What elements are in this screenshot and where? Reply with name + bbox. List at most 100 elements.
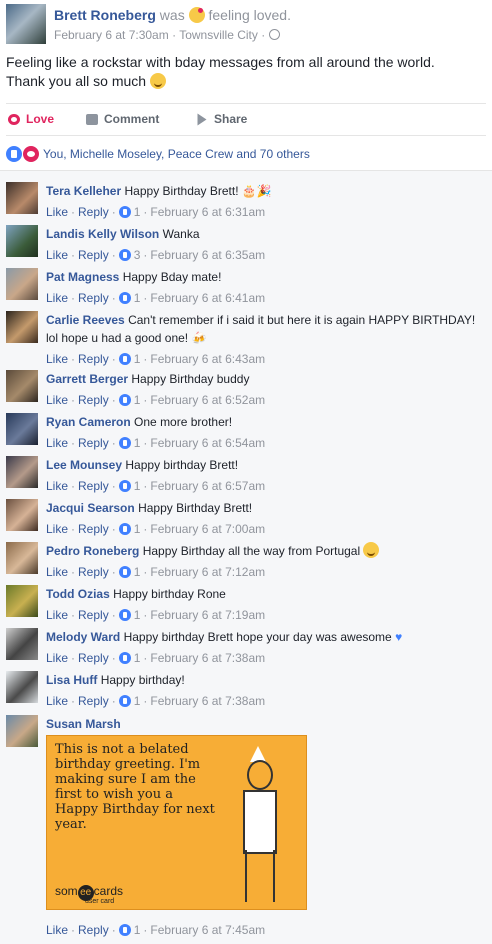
like-count[interactable]: 1 [134,434,141,452]
commenter-name[interactable]: Susan Marsh [46,717,121,731]
commenter-name[interactable]: Landis Kelly Wilson [46,227,159,241]
commenter-avatar[interactable] [6,585,38,617]
comment-time[interactable]: February 6 at 6:41am [150,289,265,307]
separator-dot: · [71,522,76,536]
reply-link[interactable]: Reply [78,606,109,624]
separator-dot: · [111,205,116,219]
separator-dot: · [71,291,76,305]
like-link[interactable]: Like [46,477,68,495]
separator-dot: · [143,923,148,937]
like-count-icon [118,566,131,578]
like-link[interactable]: Like [46,203,68,221]
like-link[interactable]: Like [46,289,68,307]
like-link[interactable]: Like [46,434,68,452]
like-link[interactable]: Like [46,391,68,409]
like-link[interactable]: Like [46,606,68,624]
commenter-avatar[interactable] [6,715,38,747]
commenter-name[interactable]: Ryan Cameron [46,415,131,429]
reply-link[interactable]: Reply [78,289,109,307]
commenter-avatar[interactable] [6,182,38,214]
commenter-name[interactable]: Carlie Reeves [46,313,125,327]
comment-time[interactable]: February 6 at 6:52am [150,391,265,409]
ecard-image[interactable]: This is not a belated birthday greeting.… [46,735,307,910]
commenter-name[interactable]: Tera Kelleher [46,184,121,198]
commenter-avatar[interactable] [6,671,38,703]
reply-link[interactable]: Reply [78,434,109,452]
post-author-name[interactable]: Brett Roneberg [54,7,156,23]
reply-link[interactable]: Reply [78,350,109,368]
blue-heart-icon: ♥ [395,630,403,644]
comment-time[interactable]: February 6 at 6:57am [150,477,265,495]
separator-dot: · [111,608,116,622]
comment: Susan Marsh This is not a belated birthd… [6,715,486,940]
like-link[interactable]: Like [46,246,68,264]
like-count[interactable]: 1 [134,563,141,581]
reply-link[interactable]: Reply [78,203,109,221]
like-link[interactable]: Like [46,350,68,368]
comment-button[interactable]: Comment [86,112,159,126]
commenter-avatar[interactable] [6,499,38,531]
commenter-avatar[interactable] [6,542,38,574]
commenter-name[interactable]: Melody Ward [46,630,120,644]
like-count[interactable]: 3 [134,246,141,264]
reactions-text[interactable]: You, Michelle Moseley, Peace Crew and 70… [43,147,310,161]
like-count[interactable]: 1 [134,289,141,307]
like-count[interactable]: 1 [134,203,141,221]
like-count[interactable]: 1 [134,649,141,667]
commenter-avatar[interactable] [6,311,38,343]
separator-dot: · [143,205,148,219]
reply-link[interactable]: Reply [78,391,109,409]
like-link[interactable]: Like [46,520,68,538]
commenter-name[interactable]: Jacqui Searson [46,501,135,515]
comment-time[interactable]: February 6 at 6:35am [150,246,265,264]
comment-time[interactable]: February 6 at 6:31am [150,203,265,221]
commenter-name[interactable]: Lee Mounsey [46,458,122,472]
like-link[interactable]: Like [46,923,68,937]
like-count[interactable]: 1 [134,477,141,495]
post-location[interactable]: Townsville City [179,28,258,42]
globe-icon[interactable] [268,29,280,40]
like-link[interactable]: Like [46,563,68,581]
commenter-name[interactable]: Garrett Berger [46,372,128,386]
love-button[interactable]: Love [8,112,54,126]
commenter-avatar[interactable] [6,456,38,488]
like-link[interactable]: Like [46,649,68,667]
comment-time[interactable]: February 6 at 7:38am [150,649,265,667]
reactions-summary[interactable]: You, Michelle Moseley, Peace Crew and 70… [6,146,310,162]
commenter-name[interactable]: Todd Ozias [46,587,110,601]
commenter-avatar[interactable] [6,370,38,402]
like-count[interactable]: 1 [134,606,141,624]
share-button[interactable]: Share [196,112,247,126]
like-link[interactable]: Like [46,692,68,710]
commenter-name[interactable]: Pedro Roneberg [46,544,139,558]
separator-dot: · [71,694,76,708]
reply-link[interactable]: Reply [78,692,109,710]
like-count[interactable]: 1 [134,923,141,937]
commenter-avatar[interactable] [6,268,38,300]
comment-time[interactable]: February 6 at 7:45am [150,923,265,937]
like-count[interactable]: 1 [134,391,141,409]
like-count[interactable]: 1 [134,350,141,368]
feeling-loved-icon [188,7,205,23]
comment-time[interactable]: February 6 at 7:12am [150,563,265,581]
comment-time[interactable]: February 6 at 7:00am [150,520,265,538]
commenter-avatar[interactable] [6,628,38,660]
commenter-avatar[interactable] [6,413,38,445]
reply-link[interactable]: Reply [78,649,109,667]
comment-time[interactable]: February 6 at 6:54am [150,434,265,452]
comment-time[interactable]: February 6 at 7:38am [150,692,265,710]
commenter-name[interactable]: Pat Magness [46,270,119,284]
like-count[interactable]: 1 [134,692,141,710]
like-count[interactable]: 1 [134,520,141,538]
reply-link[interactable]: Reply [78,563,109,581]
commenter-name[interactable]: Lisa Huff [46,673,97,687]
commenter-avatar[interactable] [6,225,38,257]
reply-link[interactable]: Reply [78,520,109,538]
reply-link[interactable]: Reply [78,923,109,937]
reply-link[interactable]: Reply [78,246,109,264]
author-avatar[interactable] [6,4,46,44]
post-date[interactable]: February 6 at 7:30am [54,28,169,42]
comment-time[interactable]: February 6 at 6:43am [150,350,265,368]
comment-time[interactable]: February 6 at 7:19am [150,606,265,624]
reply-link[interactable]: Reply [78,477,109,495]
